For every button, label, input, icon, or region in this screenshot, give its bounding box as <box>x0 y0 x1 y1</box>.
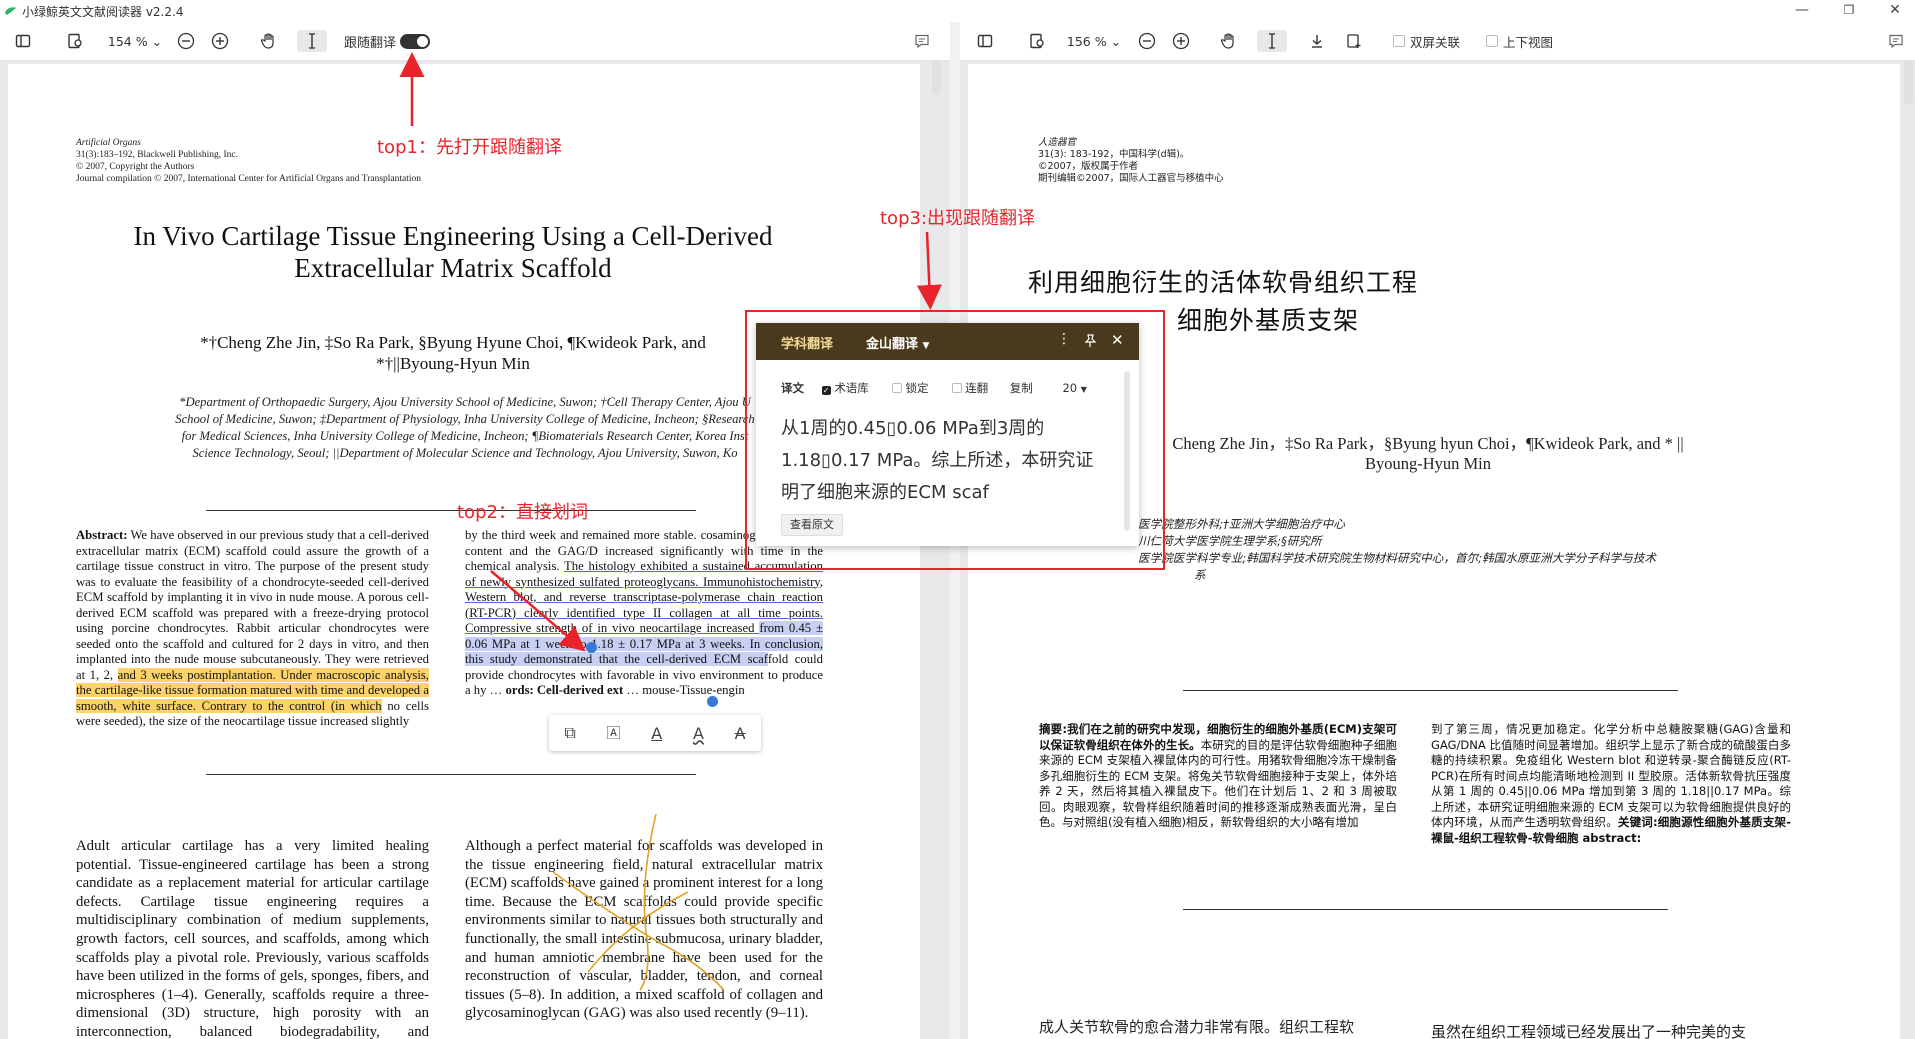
comment-icon[interactable] <box>1886 30 1906 52</box>
affiliation-line: Science Technology, Seoul; ||Department … <box>192 446 738 460</box>
follow-translate-toggle[interactable]: 跟随翻译 <box>344 30 434 52</box>
zoom-in-icon[interactable] <box>1170 30 1192 52</box>
abstract-column-2-cn[interactable]: 到了第三周，情况更加稳定。化学分析中总糖胺聚糖(GAG)含量和 GAG/DNA … <box>1431 722 1791 846</box>
translate-icon[interactable]: 🄰 <box>607 723 621 743</box>
selection-end-handle[interactable] <box>707 696 718 707</box>
affiliation-line: *Department of Orthopaedic Surgery, Ajou… <box>179 395 751 409</box>
export-icon[interactable] <box>1343 30 1365 52</box>
pen-scribble-icon <box>552 813 725 991</box>
paper-title-cn: 利用细胞衍生的活体软骨组织工程 <box>1027 268 1418 297</box>
affiliation-line: for Medical Sciences, Inha University Co… <box>181 429 749 443</box>
selection-start-handle[interactable] <box>586 642 597 653</box>
affiliation-line: 川仁荷大学医学院生理学系;§研究所 <box>1138 534 1322 548</box>
paper-title: In Vivo Cartilage Tissue Engineering Usi… <box>38 220 868 284</box>
authors-line: *†||Byoung-Hyun Min <box>376 354 530 373</box>
app-logo-icon <box>4 7 17 16</box>
dual-screen-label: 双屏关联 <box>1410 34 1461 50</box>
page-fit-icon[interactable] <box>64 30 86 52</box>
keywords-text: ords: Cell-derived ext <box>505 683 624 697</box>
journal-compilation: Journal compilation © 2007, Internationa… <box>76 174 422 184</box>
intro-column-1[interactable]: Adult articular cartilage has a very lim… <box>76 837 429 1039</box>
comment-icon[interactable] <box>912 30 932 52</box>
divider-line <box>1183 690 1678 691</box>
journal-volume: 31(3): 183-192，中国科学(d辑)。 <box>1038 149 1190 160</box>
follow-translate-label: 跟随翻译 <box>344 35 397 51</box>
left-toolbar: 154 % ⌄ 跟随翻译 <box>0 22 950 61</box>
affiliation-line: School of Medicine, Suwon; ‡Department o… <box>175 412 755 426</box>
zoom-out-icon[interactable] <box>1136 30 1158 52</box>
hand-tool-icon[interactable] <box>1218 30 1240 52</box>
page-fit-icon[interactable] <box>1026 30 1048 52</box>
journal-compilation: 期刊编辑©2007，国际人工器官与移植中心 <box>1038 173 1224 184</box>
annotation-top2: top2：直接划词 <box>457 502 588 523</box>
selection-mini-toolbar: ⧉ 🄰 A A A <box>549 715 761 751</box>
authors-line: *†Cheng Zhe Jin, ‡So Ra Park, §Byung Hyu… <box>200 333 706 352</box>
close-icon[interactable]: ✕ <box>1875 2 1915 18</box>
zoom-value: 156 % <box>1066 33 1107 49</box>
journal-copyright: © 2007, Copyright the Authors <box>76 162 195 172</box>
zoom-value: 154 % <box>107 33 148 49</box>
left-scrollbar-thumb[interactable] <box>932 60 941 95</box>
authors-line: Cheng Zhe Jin，‡So Ra Park，§Byung hyun Ch… <box>1172 434 1684 453</box>
divider-line <box>206 510 696 511</box>
right-toolbar: 156 % ⌄ 双屏关联 上下视图 <box>960 22 1915 61</box>
abstract-column-1[interactable]: Abstract: We have observed in our previo… <box>76 528 429 730</box>
underline-icon[interactable]: A <box>651 724 662 743</box>
zoom-select[interactable]: 156 % ⌄ <box>1066 30 1122 52</box>
right-scrollbar-thumb[interactable] <box>1904 60 1913 105</box>
hand-tool-icon[interactable] <box>258 30 280 52</box>
affiliation-line: 医学院整形外科;†亚洲大学细胞治疗中心 <box>1138 517 1345 531</box>
text-select-icon[interactable] <box>297 30 327 52</box>
paper-authors-cn: Cheng Zhe Jin，‡So Ra Park，§Byung hyun Ch… <box>1138 434 1718 474</box>
intro-column-2-cn[interactable]: 虽然在组织工程领域已经发展出了一种完美的支 <box>1431 1021 1791 1039</box>
journal-copyright: ©2007，版权属于作者 <box>1038 161 1139 172</box>
download-icon[interactable] <box>1306 30 1328 52</box>
wavy-underline-icon[interactable]: A <box>693 724 704 743</box>
affiliation-line: 医学院医学科学专业;韩国科学技术研究院生物材料研究中心，首尔;韩国水原亚洲大学分… <box>1138 551 1656 565</box>
restore-icon[interactable]: ❐ <box>1829 3 1869 17</box>
copy-icon[interactable]: ⧉ <box>564 723 575 743</box>
annotation-top3: top3:出现跟随翻译 <box>880 208 1036 229</box>
paper-affiliations-cn: 医学院整形外科;†亚洲大学细胞治疗中心 川仁荷大学医学院生理学系;§研究所 医学… <box>1138 516 1738 584</box>
abstract-text: We have observed in our previous study t… <box>76 528 429 682</box>
paper-authors: *†Cheng Zhe Jin, ‡So Ra Park, §Byung Hyu… <box>38 332 868 374</box>
strikethrough-icon[interactable]: A <box>735 724 746 743</box>
vertical-view-label: 上下视图 <box>1503 34 1554 50</box>
abstract-label: Abstract: <box>76 528 128 542</box>
checkbox-icon[interactable] <box>1393 35 1405 47</box>
journal-name: 人造器官 <box>1038 137 1077 148</box>
journal-header: 人造器官 31(3): 183-192，中国科学(d辑)。 ©2007，版权属于… <box>1038 137 1438 185</box>
affiliation-line: 系 <box>1194 568 1206 582</box>
arrow-icon <box>916 231 942 310</box>
abstract-column-1-cn[interactable]: 摘要:我们在之前的研究中发现，细胞衍生的细胞外基质(ECM)支架可以保证软骨组织… <box>1039 722 1397 831</box>
minimize-icon[interactable]: — <box>1782 2 1822 18</box>
zoom-out-icon[interactable] <box>175 30 197 52</box>
red-highlight-box <box>745 310 1165 570</box>
sidebar-toggle-icon[interactable] <box>974 30 996 52</box>
yellow-highlight[interactable]: and 3 weeks postimplantation. Under macr… <box>76 667 429 713</box>
divider-line <box>206 774 696 775</box>
app-title: 小绿鲸英文文献阅读器 v2.2.4 <box>22 5 184 19</box>
abstract-text: mouse-Tissue-engin <box>642 683 745 697</box>
paper-affiliations: *Department of Orthopaedic Surgery, Ajou… <box>70 394 860 462</box>
text-select-icon[interactable] <box>1257 30 1287 52</box>
paper-title-line: In Vivo Cartilage Tissue Engineering Usi… <box>133 221 773 251</box>
zoom-in-icon[interactable] <box>209 30 231 52</box>
divider-line <box>1183 909 1668 910</box>
title-bar: 小绿鲸英文文献阅读器 v2.2.4 — ❐ ✕ <box>0 0 1915 22</box>
annotation-top1: top1：先打开跟随翻译 <box>377 137 562 158</box>
intro-column-1-cn[interactable]: 成人关节软骨的愈合潜力非常有限。组织工程软 <box>1039 1016 1397 1037</box>
authors-line: Byoung-Hyun Min <box>1364 454 1492 473</box>
dual-screen-checkbox[interactable]: 双屏关联 <box>1393 30 1465 52</box>
toggle-switch-icon[interactable] <box>400 33 431 49</box>
sidebar-toggle-icon[interactable] <box>12 30 34 52</box>
checkbox-icon[interactable] <box>1486 35 1498 47</box>
zoom-select[interactable]: 154 % ⌄ <box>107 30 163 52</box>
abstract-text: 到了第三周，情况更加稳定。化学分析中总糖胺聚糖(GAG)含量和 GAG/DNA … <box>1431 722 1791 829</box>
vertical-view-checkbox[interactable]: 上下视图 <box>1486 30 1558 52</box>
paper-title-line: Extracellular Matrix Scaffold <box>294 253 612 283</box>
